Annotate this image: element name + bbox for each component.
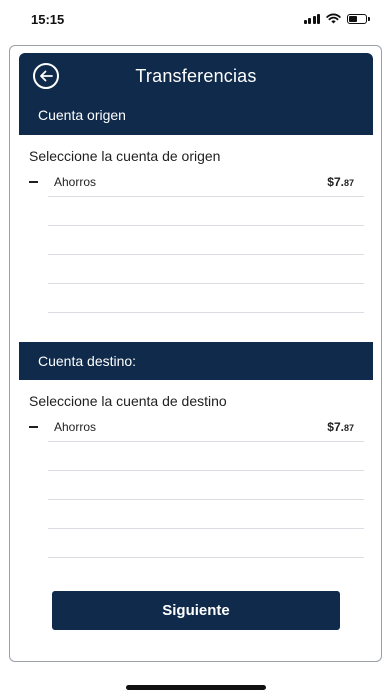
empty-row: [48, 500, 364, 529]
empty-row: [48, 197, 364, 226]
app-header: Transferencias: [19, 53, 373, 99]
empty-row: [48, 471, 364, 500]
cellular-signal-icon: [303, 13, 320, 24]
empty-row: [48, 442, 364, 471]
section-title-destino: Cuenta destino:: [38, 353, 137, 369]
balance-cents: 87: [343, 178, 354, 188]
account-balance: $7.87: [327, 420, 354, 434]
balance-cents: 87: [343, 423, 354, 433]
empty-row: [48, 284, 364, 313]
wifi-icon: [326, 13, 341, 24]
battery-icon: [347, 13, 370, 24]
account-row-destino[interactable]: Ahorros $7.87: [29, 413, 364, 442]
section-title-origen: Cuenta origen: [38, 107, 126, 123]
account-name: Ahorros: [54, 420, 97, 434]
next-button[interactable]: Siguiente: [52, 591, 340, 630]
section-header-origen: Cuenta origen: [19, 95, 373, 135]
back-arrow-icon: [40, 70, 53, 82]
account-list-origen: Ahorros $7.87: [29, 168, 364, 313]
status-time: 15:15: [31, 12, 65, 27]
empty-row: [48, 255, 364, 284]
page-title: Transferencias: [135, 65, 257, 86]
battery-level: [349, 15, 358, 22]
balance-main: $7.: [327, 420, 344, 434]
collapse-dash-icon[interactable]: [29, 181, 38, 183]
home-indicator[interactable]: [126, 685, 266, 690]
empty-row: [48, 226, 364, 255]
status-bar: 15:15: [0, 0, 392, 40]
select-label-destino: Seleccione la cuenta de destino: [29, 393, 227, 409]
account-row-origen[interactable]: Ahorros $7.87: [29, 168, 364, 197]
empty-row: [48, 529, 364, 558]
balance-main: $7.: [327, 175, 344, 189]
account-list-destino: Ahorros $7.87: [29, 413, 364, 558]
account-name: Ahorros: [54, 175, 97, 189]
back-button[interactable]: [33, 63, 59, 89]
account-balance: $7.87: [327, 175, 354, 189]
section-header-destino: Cuenta destino:: [19, 342, 373, 380]
status-icons: [303, 13, 370, 24]
collapse-dash-icon[interactable]: [29, 426, 38, 428]
select-label-origen: Seleccione la cuenta de origen: [29, 148, 221, 164]
